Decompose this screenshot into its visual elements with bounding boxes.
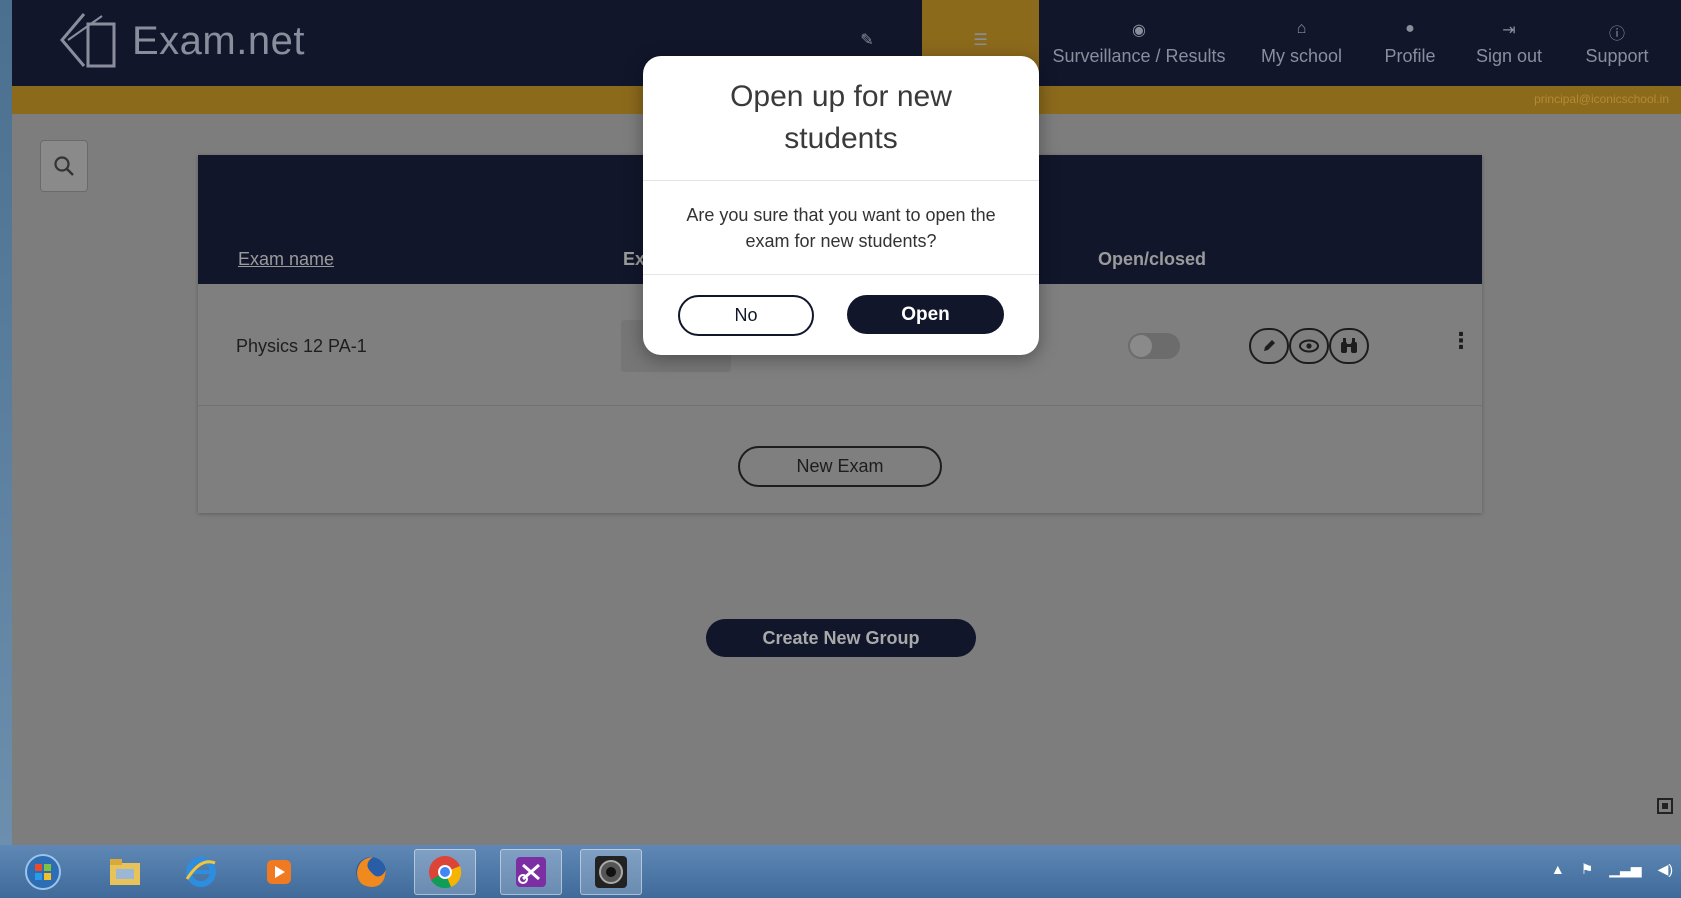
column-header-open-closed: Open/closed bbox=[1098, 249, 1207, 269]
nav-item-surveillance-results[interactable]: ◉ Surveillance / Results bbox=[1039, 0, 1239, 86]
taskbar-webcam-app[interactable] bbox=[580, 849, 642, 895]
edit-exam-button[interactable] bbox=[1249, 328, 1289, 364]
user-icon: ● bbox=[1405, 19, 1415, 37]
nav-item-label: Surveillance / Results bbox=[1052, 45, 1226, 66]
pencil-icon bbox=[1264, 340, 1275, 351]
surveillance-button[interactable] bbox=[1329, 328, 1369, 364]
chrome-icon bbox=[429, 856, 462, 889]
dialog-divider bbox=[643, 274, 1039, 275]
system-tray: ▲ ⚑ ▁▃▅ ◀) bbox=[1551, 861, 1673, 878]
webcam-app-icon bbox=[595, 856, 627, 888]
search-icon bbox=[54, 156, 74, 176]
open-exam-dialog: Open up for new students Are you sure th… bbox=[643, 56, 1039, 355]
eye-icon: ◉ bbox=[1132, 21, 1146, 39]
open-button[interactable]: Open bbox=[847, 295, 1004, 334]
list-icon: ☰ bbox=[973, 32, 988, 49]
internet-explorer-icon bbox=[185, 857, 216, 887]
help-icon: ⓘ bbox=[1608, 25, 1625, 43]
media-player-icon bbox=[267, 860, 291, 884]
taskbar-internet-explorer[interactable] bbox=[170, 849, 232, 895]
column-header-exam-key: Ex bbox=[623, 249, 646, 269]
sign-out-icon: ⇥ bbox=[1502, 21, 1516, 39]
new-exam-button[interactable]: New Exam bbox=[738, 446, 942, 487]
preview-exam-button[interactable] bbox=[1289, 328, 1329, 364]
create-new-group-button[interactable]: Create New Group bbox=[706, 619, 976, 657]
binoculars-icon bbox=[1341, 338, 1357, 353]
dialog-title: Open up for new students bbox=[730, 80, 952, 155]
eye-icon bbox=[1299, 339, 1319, 353]
search-button[interactable] bbox=[40, 140, 88, 192]
more-options-icon[interactable]: ⋮ bbox=[1450, 328, 1472, 354]
show-hidden-icons-icon[interactable]: ▲ bbox=[1551, 861, 1565, 878]
user-email: principal@iconicschool.in bbox=[1534, 92, 1669, 106]
open-closed-toggle[interactable] bbox=[1128, 333, 1180, 359]
pencil-icon: ✎ bbox=[860, 32, 874, 49]
screen-capture-icon[interactable] bbox=[1655, 796, 1675, 816]
firefox-icon bbox=[356, 857, 386, 887]
logo-text: Exam.net bbox=[132, 18, 305, 63]
nav-item-label: Sign out bbox=[1475, 45, 1543, 66]
nav-item-label: My school bbox=[1260, 45, 1343, 66]
taskbar-file-explorer[interactable] bbox=[94, 849, 156, 895]
nav-item-support[interactable]: ⓘ Support bbox=[1562, 0, 1672, 86]
windows-taskbar: ▲ ⚑ ▁▃▅ ◀) bbox=[0, 845, 1681, 898]
network-signal-icon[interactable]: ▁▃▅ bbox=[1609, 861, 1641, 878]
taskbar-snipping-tool[interactable] bbox=[500, 849, 562, 895]
logo-paper-icon bbox=[60, 13, 116, 68]
nav-item-label: Support bbox=[1585, 45, 1649, 66]
taskbar-firefox[interactable] bbox=[340, 849, 402, 895]
exam-name: Physics 12 PA-1 bbox=[236, 336, 367, 356]
window-edge bbox=[0, 0, 12, 845]
nav-item-label: Profile bbox=[1384, 45, 1436, 66]
column-header-exam-name[interactable]: Exam name bbox=[238, 249, 334, 270]
start-orb-icon bbox=[25, 854, 61, 890]
nav-item-sign-out[interactable]: ⇥ Sign out bbox=[1456, 0, 1562, 86]
nav-item-my-school[interactable]: ⌂ My school bbox=[1239, 0, 1364, 86]
action-center-icon[interactable]: ⚑ bbox=[1581, 861, 1594, 878]
home-icon: ⌂ bbox=[1296, 19, 1307, 37]
dialog-divider bbox=[643, 180, 1039, 181]
snipping-tool-icon bbox=[516, 857, 546, 887]
file-explorer-icon bbox=[110, 859, 140, 885]
dialog-message: Are you sure that you want to open the e… bbox=[686, 205, 996, 251]
taskbar-media-player[interactable] bbox=[248, 849, 310, 895]
exam-net-logo[interactable]: Exam.net bbox=[54, 10, 305, 72]
taskbar-chrome[interactable] bbox=[414, 849, 476, 895]
start-button[interactable] bbox=[12, 849, 74, 895]
nav-item-profile[interactable]: ● Profile bbox=[1364, 0, 1456, 86]
volume-icon[interactable]: ◀) bbox=[1658, 861, 1673, 878]
no-button[interactable]: No bbox=[678, 295, 814, 336]
browser-page: Exam.net ✎ ☰ ◉ Surveillance / Results ⌂ … bbox=[0, 0, 1681, 845]
